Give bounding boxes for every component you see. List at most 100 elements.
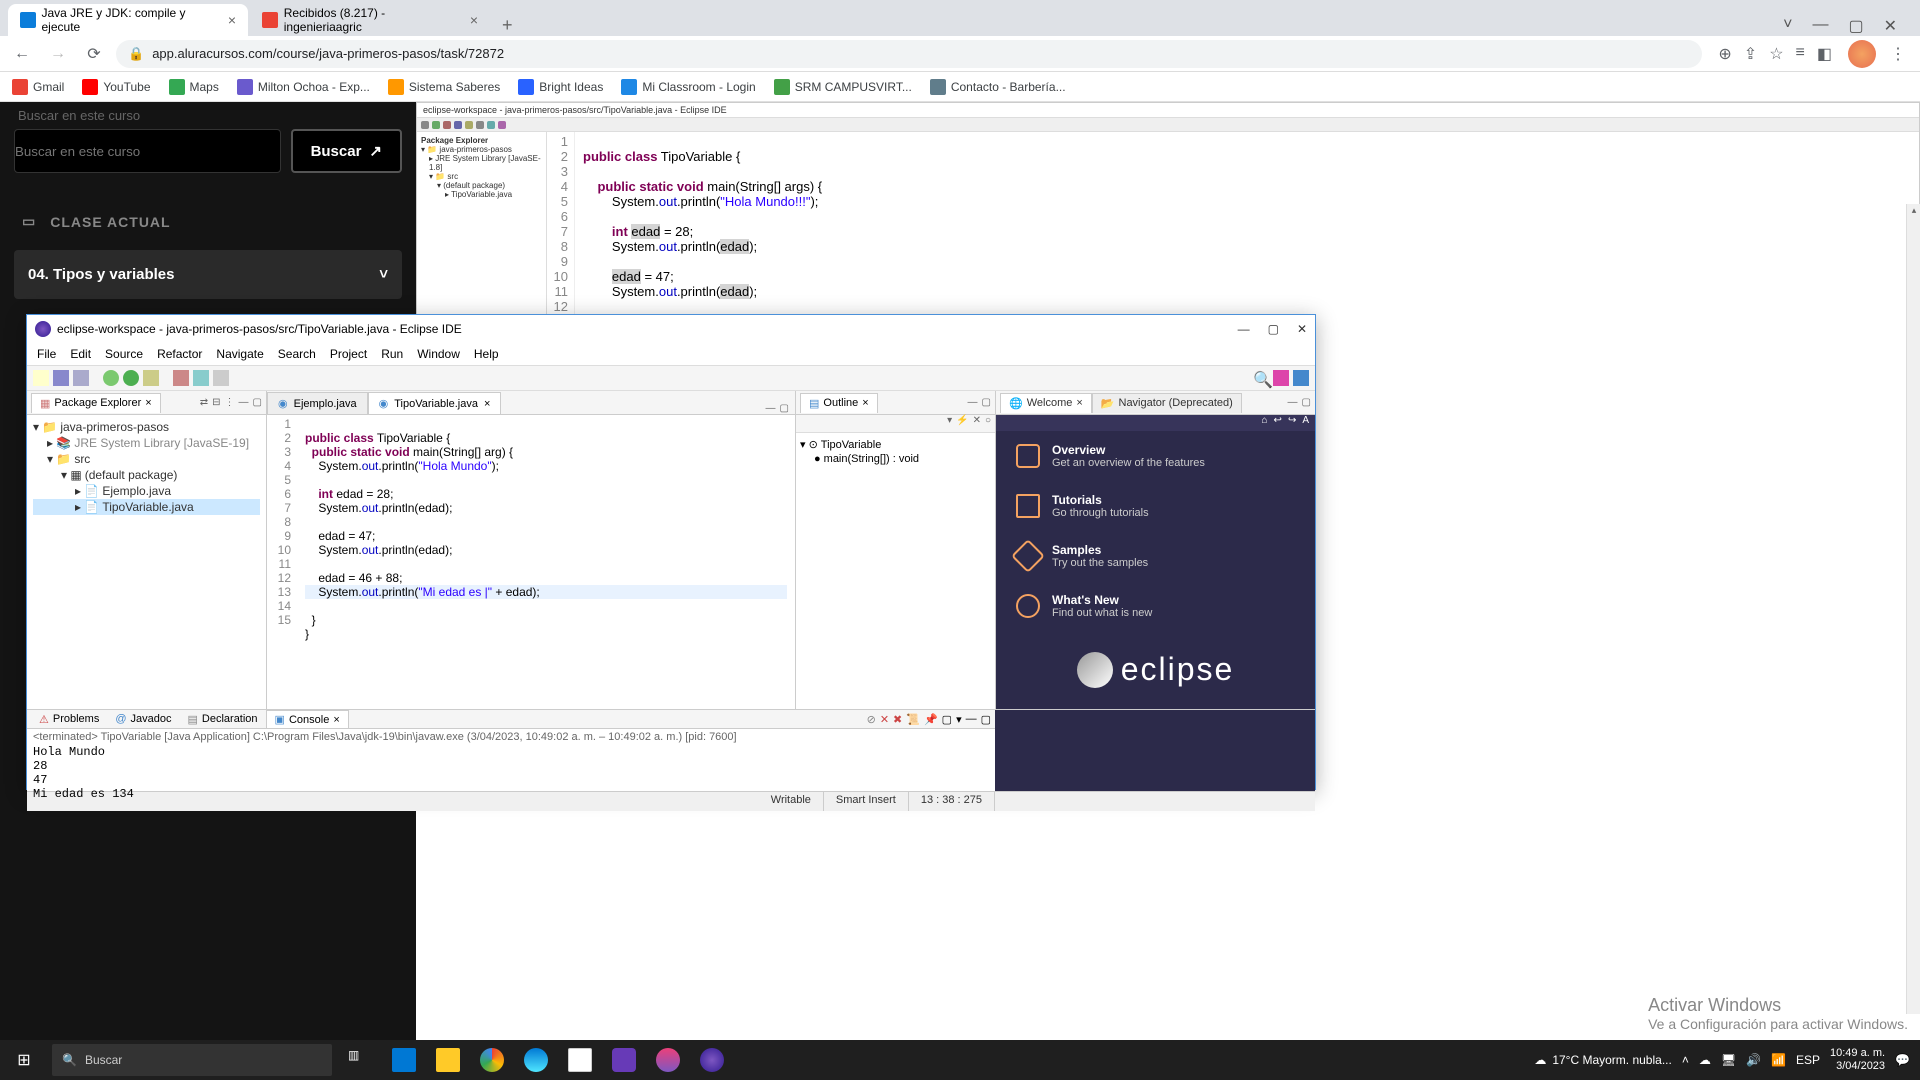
browser-tab-0[interactable]: Java JRE y JDK: compile y ejecute × <box>8 4 248 36</box>
minimize-icon[interactable]: — <box>766 403 776 414</box>
zoom-icon[interactable]: A <box>1302 415 1309 431</box>
start-button[interactable]: ⊞ <box>0 1050 48 1070</box>
close-icon[interactable]: × <box>145 397 151 409</box>
bookmark-barberia[interactable]: Contacto - Barbería... <box>930 79 1066 95</box>
eclipse-titlebar[interactable]: eclipse-workspace - java-primeros-pasos/… <box>27 315 1315 343</box>
explorer-icon[interactable] <box>428 1040 468 1080</box>
java-perspective-icon[interactable] <box>1293 370 1309 386</box>
search-toolbar-icon[interactable]: 🔍 <box>1253 370 1269 386</box>
menu-icon[interactable]: ⋮ <box>1884 44 1912 64</box>
profile-avatar[interactable] <box>1848 40 1876 68</box>
menu-file[interactable]: File <box>37 347 56 361</box>
new-tab-button[interactable]: + <box>492 15 523 36</box>
taskbar-clock[interactable]: 10:49 a. m. 3/04/2023 <box>1830 1047 1885 1073</box>
run-icon[interactable] <box>123 370 139 386</box>
menu-navigate[interactable]: Navigate <box>216 347 263 361</box>
app-icon-2[interactable] <box>648 1040 688 1080</box>
maximize-icon[interactable]: ▢ <box>780 403 789 414</box>
maximize-icon[interactable]: ▢ <box>982 397 991 408</box>
save-icon[interactable] <box>53 370 69 386</box>
tree-file-tipovariable[interactable]: ▸ 📄 TipoVariable.java <box>33 499 260 515</box>
star-icon[interactable]: ☆ <box>1769 44 1783 64</box>
language-indicator[interactable]: ESP <box>1796 1053 1820 1067</box>
minimize-icon[interactable]: — <box>966 713 977 726</box>
nav-icon[interactable]: ↩ <box>1274 415 1282 431</box>
bookmark-bright[interactable]: Bright Ideas <box>518 79 603 95</box>
tree-package[interactable]: ▾ ▦ (default package) <box>33 467 260 483</box>
outline-method[interactable]: ● main(String[]) : void <box>800 452 991 466</box>
browser-tab-1[interactable]: Recibidos (8.217) - ingenieriaagric × <box>250 4 490 36</box>
page-scrollbar[interactable]: ▴ <box>1906 204 1920 1014</box>
close-icon[interactable]: × <box>1076 397 1082 409</box>
address-bar[interactable]: 🔒 app.aluracursos.com/course/java-primer… <box>116 40 1702 68</box>
debug-icon[interactable] <box>103 370 119 386</box>
search-button[interactable]: Buscar ↗ <box>291 129 402 173</box>
wifi-icon[interactable]: 📶 <box>1771 1053 1786 1067</box>
zoom-icon[interactable]: ⊕ <box>1718 44 1731 64</box>
code-editor[interactable]: 123456789101112131415 public class TipoV… <box>267 415 795 709</box>
remove-all-icon[interactable]: ✖ <box>893 713 902 726</box>
tree-project[interactable]: ▾ 📁 java-primeros-pasos <box>33 419 260 435</box>
menu-source[interactable]: Source <box>105 347 143 361</box>
tree-src[interactable]: ▾ 📁 src <box>33 451 260 467</box>
lock-icon[interactable]: ○ <box>985 415 991 432</box>
close-icon[interactable]: ✕ <box>1884 16 1897 36</box>
taskbar-search[interactable]: 🔍 Buscar <box>52 1044 332 1076</box>
weather-widget[interactable]: ☁ 17°C Mayorm. nubla... <box>1534 1053 1672 1067</box>
filter-icon[interactable]: ⚡ <box>956 415 968 432</box>
calendar-icon[interactable] <box>560 1040 600 1080</box>
remove-icon[interactable]: ✕ <box>880 713 889 726</box>
close-icon[interactable]: × <box>228 12 236 28</box>
bookmark-maps[interactable]: Maps <box>169 79 219 95</box>
collapse-icon[interactable]: ⊟ <box>212 397 220 408</box>
scroll-lock-icon[interactable]: 📜 <box>906 713 920 726</box>
notifications-icon[interactable]: 💬 <box>1895 1053 1910 1067</box>
eclipse-taskbar-icon[interactable] <box>692 1040 732 1080</box>
maximize-icon[interactable]: ▢ <box>981 713 991 726</box>
close-icon[interactable]: ✕ <box>1297 322 1307 336</box>
navigator-tab[interactable]: 📂 Navigator (Deprecated) <box>1092 393 1242 413</box>
coverage-icon[interactable] <box>143 370 159 386</box>
menu-project[interactable]: Project <box>330 347 367 361</box>
console-tab[interactable]: ▣Console× <box>266 710 349 728</box>
welcome-overview[interactable]: OverviewGet an overview of the features <box>996 431 1315 481</box>
maximize-icon[interactable]: ▢ <box>253 397 262 408</box>
chevron-down-icon[interactable]: ˅ <box>1783 16 1792 36</box>
menu-window[interactable]: Window <box>417 347 460 361</box>
javadoc-tab[interactable]: @Javadoc <box>107 711 179 727</box>
share-icon[interactable]: ⇪ <box>1744 44 1757 64</box>
bookmark-milton[interactable]: Milton Ochoa - Exp... <box>237 79 370 95</box>
menu-refactor[interactable]: Refactor <box>157 347 202 361</box>
onedrive-icon[interactable]: ☁ <box>1699 1053 1711 1067</box>
hide-icon[interactable]: ✕ <box>973 415 981 432</box>
search-icon[interactable] <box>213 370 229 386</box>
minimize-icon[interactable]: — <box>1238 322 1250 336</box>
minimize-icon[interactable]: — <box>968 397 978 408</box>
close-icon[interactable]: × <box>333 714 339 726</box>
save-all-icon[interactable] <box>73 370 89 386</box>
display-icon[interactable]: 🖥 <box>1721 1053 1736 1067</box>
display-icon[interactable]: ▢ <box>942 713 952 726</box>
reading-list-icon[interactable]: ≡ <box>1796 44 1805 64</box>
bookmark-youtube[interactable]: YouTube <box>82 79 150 95</box>
sort-icon[interactable]: ▾ <box>947 415 952 432</box>
menu-help[interactable]: Help <box>474 347 499 361</box>
close-icon[interactable]: × <box>484 398 490 410</box>
open-type-icon[interactable] <box>193 370 209 386</box>
pin-icon[interactable]: 📌 <box>924 713 938 726</box>
maximize-icon[interactable]: ▢ <box>1302 397 1311 408</box>
tree-jre[interactable]: ▸ 📚 JRE System Library [JavaSE-19] <box>33 435 260 451</box>
home-icon[interactable]: ⌂ <box>1262 415 1268 431</box>
welcome-tutorials[interactable]: TutorialsGo through tutorials <box>996 481 1315 531</box>
maximize-icon[interactable]: ▢ <box>1268 322 1279 336</box>
editor-tab-tipovariable[interactable]: ◉ TipoVariable.java × <box>368 392 502 414</box>
new-console-icon[interactable]: ▾ <box>956 713 962 726</box>
problems-tab[interactable]: ⚠Problems <box>31 711 107 728</box>
menu-run[interactable]: Run <box>381 347 403 361</box>
minimize-icon[interactable]: — <box>1812 16 1828 36</box>
menu-search[interactable]: Search <box>278 347 316 361</box>
close-icon[interactable]: × <box>862 397 868 409</box>
editor-tab-ejemplo[interactable]: ◉ Ejemplo.java <box>267 392 368 414</box>
minimize-icon[interactable]: — <box>1288 397 1298 408</box>
chrome-icon[interactable] <box>472 1040 512 1080</box>
